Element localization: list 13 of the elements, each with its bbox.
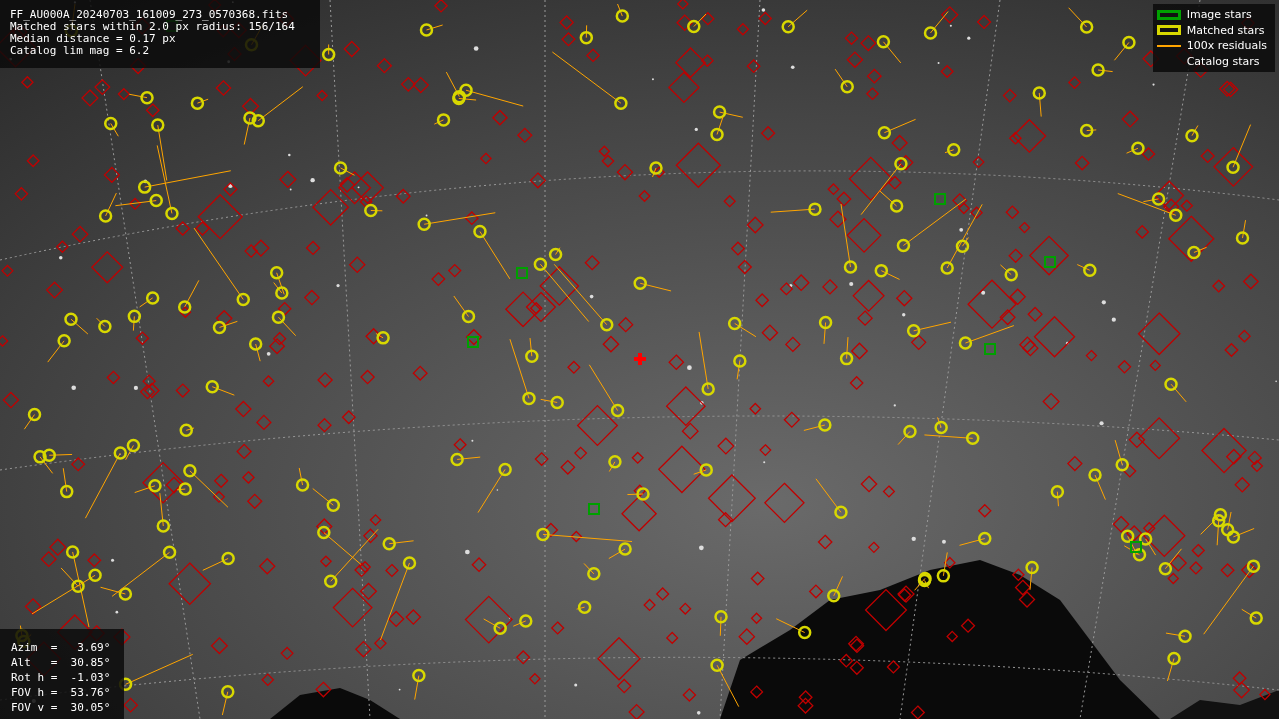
legend-label: Matched stars	[1186, 23, 1265, 37]
info-text: Median distance = 0.17 px	[10, 33, 177, 45]
pointing-text: Rot h = -1.03°	[11, 670, 111, 685]
legend-label: Image stars	[1186, 8, 1252, 22]
legend-label: 100x residuals	[1186, 39, 1267, 53]
pointing-text: Azim = 3.69°	[11, 640, 111, 655]
legend-label: Catalog stars	[1186, 54, 1260, 68]
pointing-text: FOV h = 53.76°	[11, 685, 111, 700]
info-text: Catalog lim mag = 6.2	[10, 45, 151, 57]
pointing-text: Alt = 30.85°	[11, 655, 111, 670]
info-text: Matched stars within 2.0 px radius: 156/164	[10, 21, 296, 33]
info-text: FF_AU000A_20240703_161009_273_0570368.fits	[10, 9, 290, 21]
pointing-text: FOV v = 30.05°	[11, 700, 111, 715]
